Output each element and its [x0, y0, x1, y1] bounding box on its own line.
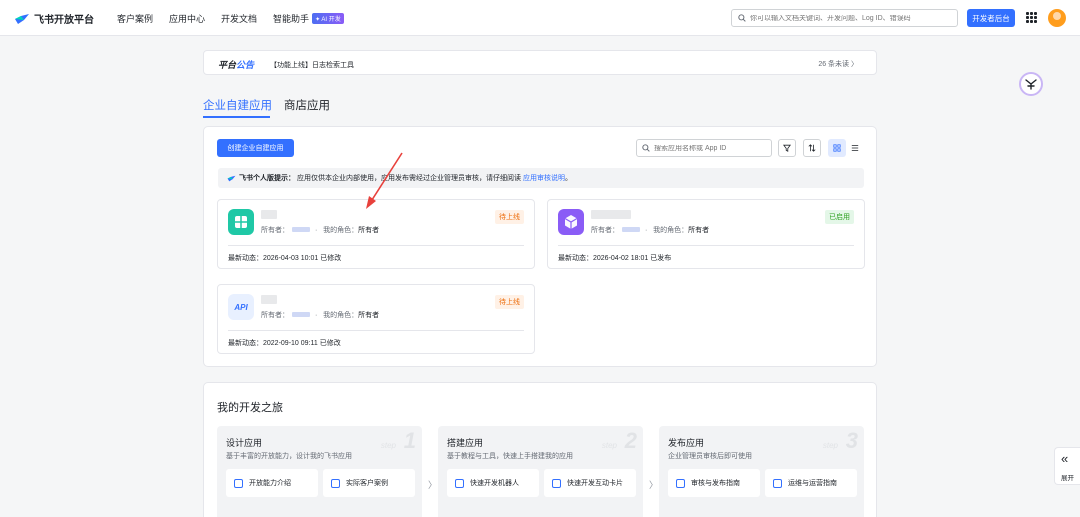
announcement-bar[interactable]: 平台公告 【功能上线】日志检索工具 26 条未读 〉: [203, 50, 877, 75]
app-meta: 所有者： · 我的角色：所有者: [591, 227, 710, 234]
step-title: 设计应用: [226, 438, 263, 448]
doc-icon: [773, 478, 782, 488]
dev-journey-panel: 我的开发之旅 step 1 设计应用 基于丰富的开放能力，设计我的飞书应用 开放…: [203, 382, 877, 517]
status-badge: 已启用: [825, 210, 854, 224]
list-view-button[interactable]: [846, 139, 864, 157]
annotation-arrow-icon: [366, 152, 403, 209]
list-view-icon: [851, 145, 859, 151]
link-quick-card[interactable]: 快速开发互动卡片: [544, 469, 636, 497]
link-ops-guide[interactable]: 运维与运营指南: [765, 469, 857, 497]
app-icon: [558, 209, 584, 235]
tip-title: 飞书个人版提示：: [239, 175, 295, 182]
step-title: 搭建应用: [447, 438, 484, 448]
status-badge: 待上线: [495, 295, 524, 309]
create-app-button[interactable]: 创建企业自建应用: [217, 139, 294, 157]
card-divider: [228, 330, 524, 331]
nav-links: 客户案例 应用中心 开发文档 智能助手 ✦ AI 开发: [117, 12, 360, 25]
step-arrow-icon: 〉: [428, 480, 438, 490]
sort-button[interactable]: [803, 139, 821, 157]
global-search[interactable]: [731, 9, 958, 27]
search-icon: [738, 14, 746, 22]
doc-icon: [234, 478, 243, 488]
expand-panel-button[interactable]: « 展开: [1054, 447, 1080, 485]
sort-icon: [808, 144, 816, 152]
filter-button[interactable]: [778, 139, 796, 157]
api-icon: API: [228, 294, 254, 320]
double-chevron-left-icon: «: [1061, 451, 1069, 466]
doc-icon: [331, 478, 340, 488]
link-customer-cases[interactable]: 实际客户案例: [323, 469, 415, 497]
global-search-input[interactable]: [750, 14, 950, 22]
step-title: 发布应用: [668, 438, 705, 448]
link-open-capabilities[interactable]: 开放能力介绍: [226, 469, 318, 497]
app-card[interactable]: API 所有者： · 我的角色：所有者 待上线 最新动态：2022-09-10 …: [217, 284, 535, 354]
nav-customer-cases[interactable]: 客户案例: [117, 12, 153, 25]
doc-icon: [455, 478, 464, 488]
search-icon: [642, 144, 650, 152]
nav-assistant[interactable]: 智能助手 ✦ AI 开发: [273, 12, 344, 25]
step-design: step 1 设计应用 基于丰富的开放能力，设计我的飞书应用 开放能力介绍 实际…: [217, 426, 422, 517]
app-name-redacted: [261, 295, 277, 304]
logo-text: 飞书开放平台: [34, 15, 94, 26]
app-search-input[interactable]: [654, 144, 764, 152]
tip-link[interactable]: 应用审核说明: [523, 173, 565, 183]
tab-enterprise-apps[interactable]: 企业自建应用: [203, 97, 272, 113]
step-build: step 2 搭建应用 基于教程与工具，快速上手搭建我的应用 快速开发机器人 快…: [438, 426, 643, 517]
step-number: 1: [403, 428, 416, 453]
app-name-redacted: [591, 210, 631, 219]
assistant-float-icon[interactable]: [1019, 72, 1043, 96]
ai-badge: ✦ AI 开发: [312, 13, 344, 24]
announcement-text[interactable]: 【功能上线】日志检索工具: [270, 60, 354, 70]
apps-panel: 创建企业自建应用 飞书个人版提示： 应用仅供本企业内部使用，应用发布需经过企业管…: [203, 126, 877, 367]
doc-icon: [676, 478, 685, 488]
doc-icon: [552, 478, 561, 488]
step-desc: 基于教程与工具，快速上手搭建我的应用: [447, 453, 573, 460]
step-desc: 企业管理员审核后即可使用: [668, 453, 752, 460]
card-divider: [558, 245, 854, 246]
link-quick-bot[interactable]: 快速开发机器人: [447, 469, 539, 497]
step-number: 3: [845, 428, 858, 453]
card-divider: [228, 245, 524, 246]
nav-docs[interactable]: 开发文档: [221, 12, 257, 25]
tip-bar: 飞书个人版提示： 应用仅供本企业内部使用，应用发布需经过企业管理员审核，请仔细阅…: [218, 168, 864, 188]
feishu-logo-icon: [14, 13, 30, 25]
step-arrow-icon: 〉: [649, 480, 659, 490]
view-toggle: [828, 139, 866, 157]
filter-icon: [783, 144, 791, 152]
app-card[interactable]: 所有者： · 我的角色：所有者 已启用 最新动态：2026-04-02 18:0…: [547, 199, 865, 269]
card-footer: 最新动态：2026-04-02 18:01 已发布: [558, 255, 672, 262]
status-badge: 待上线: [495, 210, 524, 224]
card-footer: 最新动态：2022-09-10 09:11 已修改: [228, 340, 341, 347]
app-search[interactable]: [636, 139, 772, 157]
app-meta: 所有者： · 我的角色：所有者: [261, 227, 380, 234]
avatar[interactable]: [1048, 9, 1066, 27]
link-review-guide[interactable]: 审核与发布指南: [668, 469, 760, 497]
grid-view-icon: [833, 144, 841, 152]
top-nav: 飞书开放平台 客户案例 应用中心 开发文档 智能助手✦ AI 开发 开发者后台: [0, 0, 1080, 36]
expand-label: 展开: [1061, 475, 1074, 482]
app-name-redacted: [261, 210, 277, 219]
announcement-label: 平台公告: [218, 60, 255, 70]
logo[interactable]: 飞书开放平台: [14, 11, 94, 26]
step-publish: step 3 发布应用 企业管理员审核后即可使用 审核与发布指南 运维与运营指南: [659, 426, 864, 517]
step-number: 2: [624, 428, 637, 453]
journey-title: 我的开发之旅: [217, 402, 283, 414]
app-grid-icon[interactable]: [1026, 12, 1037, 23]
card-footer: 最新动态：2026-04-03 10:01 已修改: [228, 255, 342, 262]
step-desc: 基于丰富的开放能力，设计我的飞书应用: [226, 453, 352, 460]
tip-end: 。: [565, 175, 572, 182]
feishu-logo-icon: [227, 175, 236, 181]
tab-store-apps[interactable]: 商店应用: [284, 97, 330, 113]
tab-underline: [203, 116, 270, 118]
grid-view-button[interactable]: [828, 139, 846, 157]
app-meta: 所有者： · 我的角色：所有者: [261, 312, 380, 319]
nav-assistant-label: 智能助手: [273, 14, 310, 24]
unread-count[interactable]: 26 条未读 〉: [818, 59, 858, 69]
nav-app-center[interactable]: 应用中心: [169, 12, 205, 25]
app-icon: [228, 209, 254, 235]
developer-console-button[interactable]: 开发者后台: [967, 9, 1015, 27]
